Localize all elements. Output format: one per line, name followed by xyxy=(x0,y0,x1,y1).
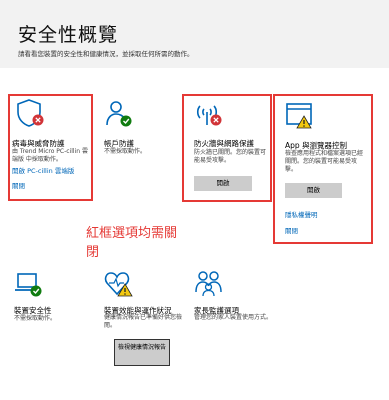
family-icon xyxy=(195,271,222,297)
annotation-text: 紅框選項均需關閉 xyxy=(86,226,178,260)
laptop-check-icon xyxy=(15,273,42,297)
tile-description: 健康情況報告已準備好供您檢閱。 xyxy=(104,314,183,329)
tile-description: 管理您的家人裝置使用方式。 xyxy=(194,314,273,321)
header: 安全性概覽 請看看您裝置的安全性和健康情況，並採取任何所需的動作。 xyxy=(0,0,389,68)
highlight-box-firewall xyxy=(182,94,272,202)
tile-device-security[interactable]: 裝置安全性 不需採取動作。 xyxy=(14,268,86,328)
heart-warning-icon xyxy=(104,272,133,297)
page-subtitle: 請看看您裝置的安全性和健康情況，並採取任何所需的動作。 xyxy=(18,50,194,58)
tile-device-performance-health[interactable]: 裝置效能與運作狀況 健康情況報告已準備好供您檢閱。 檢視健康情況報告 xyxy=(104,268,188,368)
tile-description: 不需採取動作。 xyxy=(14,315,57,322)
tile-family-options[interactable]: 家長監護選項 管理您的家人裝置使用方式。 xyxy=(194,268,274,328)
view-health-report-button[interactable]: 檢視健康情況報告 xyxy=(114,339,170,366)
tile-account-protection[interactable]: 帳戶防護 不需採取動作。 xyxy=(104,98,176,158)
person-check-icon xyxy=(106,101,132,127)
highlight-box-virus xyxy=(8,94,93,201)
tile-description: 不需採取動作。 xyxy=(104,148,147,155)
page-title: 安全性概覽 xyxy=(18,24,119,46)
highlight-box-app-browser xyxy=(273,94,373,244)
